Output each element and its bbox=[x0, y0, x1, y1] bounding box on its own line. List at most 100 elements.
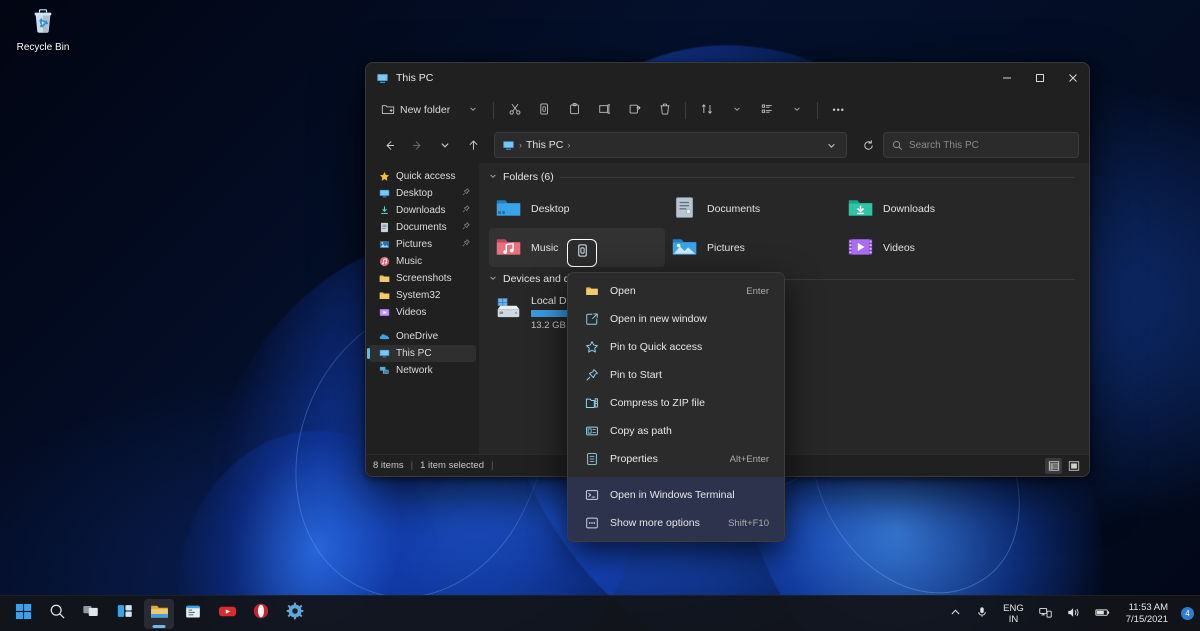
desktop-icon-recycle-bin[interactable]: Recycle Bin bbox=[5, 6, 81, 54]
sort-button[interactable] bbox=[692, 97, 721, 123]
system-tray[interactable]: ENG IN 11:53 AM 7/15/2021 4 bbox=[947, 600, 1194, 628]
context-item-copy-as-path[interactable]: Copy as path bbox=[572, 417, 780, 445]
refresh-button[interactable] bbox=[855, 132, 881, 158]
new-folder-icon bbox=[381, 102, 395, 119]
battery-button[interactable] bbox=[1092, 603, 1113, 625]
network-button[interactable] bbox=[1036, 603, 1055, 625]
window-controls[interactable] bbox=[990, 63, 1089, 93]
new-folder-button[interactable]: New folder bbox=[374, 97, 457, 123]
large-icons-view-button[interactable] bbox=[1065, 458, 1082, 474]
context-item-label: Open bbox=[610, 285, 636, 297]
chevron-down-icon[interactable] bbox=[489, 274, 497, 284]
widgets-button[interactable] bbox=[110, 599, 140, 629]
microsoft-store-button[interactable] bbox=[178, 599, 208, 629]
tray-expand-button[interactable] bbox=[947, 604, 964, 624]
breadcrumb-separator[interactable]: › bbox=[567, 140, 570, 150]
up-button[interactable] bbox=[460, 132, 486, 158]
desktop-folder-icon bbox=[495, 194, 522, 224]
taskbar[interactable]: ENG IN 11:53 AM 7/15/2021 4 bbox=[0, 595, 1200, 631]
view-dropdown-button[interactable] bbox=[782, 97, 811, 123]
group-header-folders[interactable]: Folders (6) bbox=[489, 171, 1089, 183]
navigation-pane[interactable]: Quick access Desktop Downloads Documents… bbox=[366, 163, 479, 454]
file-explorer-button[interactable] bbox=[144, 598, 174, 629]
copy-button[interactable] bbox=[530, 97, 559, 123]
view-button[interactable] bbox=[752, 97, 781, 123]
chevron-down-icon bbox=[793, 105, 801, 115]
share-button[interactable] bbox=[620, 97, 649, 123]
sidebar-item-music[interactable]: Music bbox=[369, 253, 476, 270]
sidebar-item-quick-access[interactable]: Quick access bbox=[369, 168, 476, 185]
minimize-button[interactable] bbox=[990, 63, 1023, 93]
sidebar-item-this-pc[interactable]: This PC bbox=[367, 345, 476, 362]
context-mini-toolbar-copy-action[interactable] bbox=[567, 239, 597, 267]
rename-button[interactable] bbox=[590, 97, 619, 123]
cut-button[interactable] bbox=[500, 97, 529, 123]
maximize-button[interactable] bbox=[1023, 63, 1056, 93]
opera-button[interactable] bbox=[246, 599, 276, 629]
details-view-button[interactable] bbox=[1045, 457, 1062, 474]
breadcrumb[interactable]: › This PC › bbox=[494, 132, 847, 158]
command-toolbar[interactable]: New folder ••• bbox=[366, 93, 1089, 127]
pin-icon[interactable] bbox=[462, 222, 470, 233]
clock[interactable]: 11:53 AM 7/15/2021 bbox=[1122, 600, 1172, 627]
sidebar-item-system32[interactable]: System32 bbox=[369, 287, 476, 304]
window-titlebar[interactable]: This PC bbox=[366, 63, 1089, 93]
delete-button[interactable] bbox=[650, 97, 679, 123]
context-item-pin-to-quick-access[interactable]: Pin to Quick access bbox=[572, 333, 780, 361]
sidebar-item-videos[interactable]: Videos bbox=[369, 304, 476, 321]
folder-tile-documents[interactable]: Documents bbox=[665, 189, 841, 228]
folder-tile-downloads[interactable]: Downloads bbox=[841, 189, 1017, 228]
notification-badge[interactable]: 4 bbox=[1181, 607, 1194, 620]
forward-button[interactable] bbox=[404, 132, 430, 158]
sidebar-item-label: Screenshots bbox=[396, 273, 452, 284]
context-item-compress-to-zip[interactable]: Compress to ZIP file bbox=[572, 389, 780, 417]
chevron-down-icon[interactable] bbox=[489, 172, 497, 182]
youtube-button[interactable] bbox=[212, 599, 242, 629]
search-input[interactable] bbox=[909, 139, 1070, 151]
pin-icon[interactable] bbox=[462, 239, 470, 250]
context-item-show-more-options[interactable]: Show more options Shift+F10 bbox=[572, 509, 780, 537]
paste-button[interactable] bbox=[560, 97, 589, 123]
task-view-icon bbox=[82, 602, 100, 625]
microphone-button[interactable] bbox=[973, 603, 991, 624]
pin-icon[interactable] bbox=[462, 188, 470, 199]
task-view-button[interactable] bbox=[76, 599, 106, 629]
pin-icon[interactable] bbox=[462, 205, 470, 216]
context-item-open-in-windows-terminal[interactable]: Open in Windows Terminal bbox=[572, 481, 780, 509]
breadcrumb-item-this-pc[interactable]: This PC bbox=[526, 139, 563, 151]
search-box[interactable] bbox=[883, 132, 1079, 158]
sidebar-item-downloads[interactable]: Downloads bbox=[369, 202, 476, 219]
taskbar-apps[interactable] bbox=[8, 598, 310, 629]
more-options-button[interactable]: ••• bbox=[824, 97, 853, 123]
recent-locations-button[interactable] bbox=[432, 132, 458, 158]
sort-dropdown-button[interactable] bbox=[722, 97, 751, 123]
hard-drive-icon bbox=[495, 294, 522, 324]
network-icon bbox=[378, 365, 390, 376]
rename-icon bbox=[598, 102, 612, 119]
address-bar-row[interactable]: › This PC › bbox=[366, 127, 1089, 163]
sidebar-item-desktop[interactable]: Desktop bbox=[369, 185, 476, 202]
context-item-properties[interactable]: Properties Alt+Enter bbox=[572, 445, 780, 473]
back-button[interactable] bbox=[376, 132, 402, 158]
context-menu[interactable]: Open Enter Open in new window Pin to Qui… bbox=[567, 272, 785, 542]
sidebar-item-documents[interactable]: Documents bbox=[369, 219, 476, 236]
search-button[interactable] bbox=[42, 599, 72, 629]
sidebar-item-pictures[interactable]: Pictures bbox=[369, 236, 476, 253]
start-button[interactable] bbox=[8, 599, 38, 629]
context-menu-wrapper[interactable]: Open Enter Open in new window Pin to Qui… bbox=[567, 239, 785, 542]
settings-button[interactable] bbox=[280, 599, 310, 629]
sidebar-item-onedrive[interactable]: OneDrive bbox=[369, 328, 476, 345]
folder-tile-desktop[interactable]: Desktop bbox=[489, 189, 665, 228]
context-item-open[interactable]: Open Enter bbox=[572, 277, 780, 305]
context-item-open-in-new-window[interactable]: Open in new window bbox=[572, 305, 780, 333]
properties-icon bbox=[584, 452, 599, 466]
new-folder-dropdown-button[interactable] bbox=[458, 97, 487, 123]
sidebar-item-network[interactable]: Network bbox=[369, 362, 476, 379]
folder-tile-videos[interactable]: Videos bbox=[841, 228, 1017, 267]
volume-button[interactable] bbox=[1064, 603, 1083, 625]
address-dropdown-button[interactable] bbox=[820, 134, 842, 156]
sidebar-item-screenshots[interactable]: Screenshots bbox=[369, 270, 476, 287]
language-indicator[interactable]: ENG IN bbox=[1000, 600, 1027, 628]
context-item-pin-to-start[interactable]: Pin to Start bbox=[572, 361, 780, 389]
close-button[interactable] bbox=[1056, 63, 1089, 93]
